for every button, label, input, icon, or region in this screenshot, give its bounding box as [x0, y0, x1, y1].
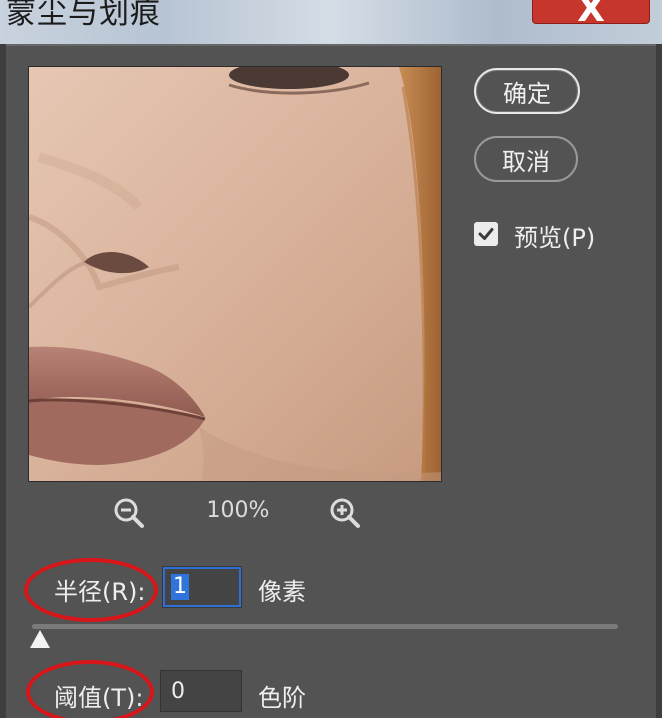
annotation-circle-radius [24, 558, 158, 622]
ok-button[interactable]: 确定 [474, 68, 580, 114]
radius-slider-track[interactable] [32, 624, 618, 629]
zoom-in-icon[interactable] [328, 496, 362, 534]
cancel-button[interactable]: 取消 [474, 136, 578, 182]
window-title: 蒙尘与划痕 [6, 0, 161, 31]
annotation-circle-threshold [26, 660, 154, 718]
threshold-input[interactable]: 0 [160, 670, 242, 712]
zoom-level: 100% [206, 498, 270, 523]
zoom-out-icon[interactable] [112, 496, 146, 534]
threshold-unit: 色阶 [258, 684, 306, 712]
preview-checkbox[interactable] [474, 222, 498, 246]
radius-value: 1 [171, 574, 189, 600]
checkmark-icon [478, 228, 494, 240]
preview-image[interactable] [28, 66, 442, 482]
radius-input[interactable]: 1 [162, 566, 242, 608]
close-icon: X [577, 0, 605, 30]
close-button[interactable]: X [532, 0, 650, 30]
preview-label[interactable]: 预览(P) [514, 218, 595, 253]
radius-slider-thumb[interactable] [30, 630, 50, 648]
title-bar: 蒙尘与划痕 X [0, 0, 662, 44]
radius-unit: 像素 [258, 578, 306, 606]
